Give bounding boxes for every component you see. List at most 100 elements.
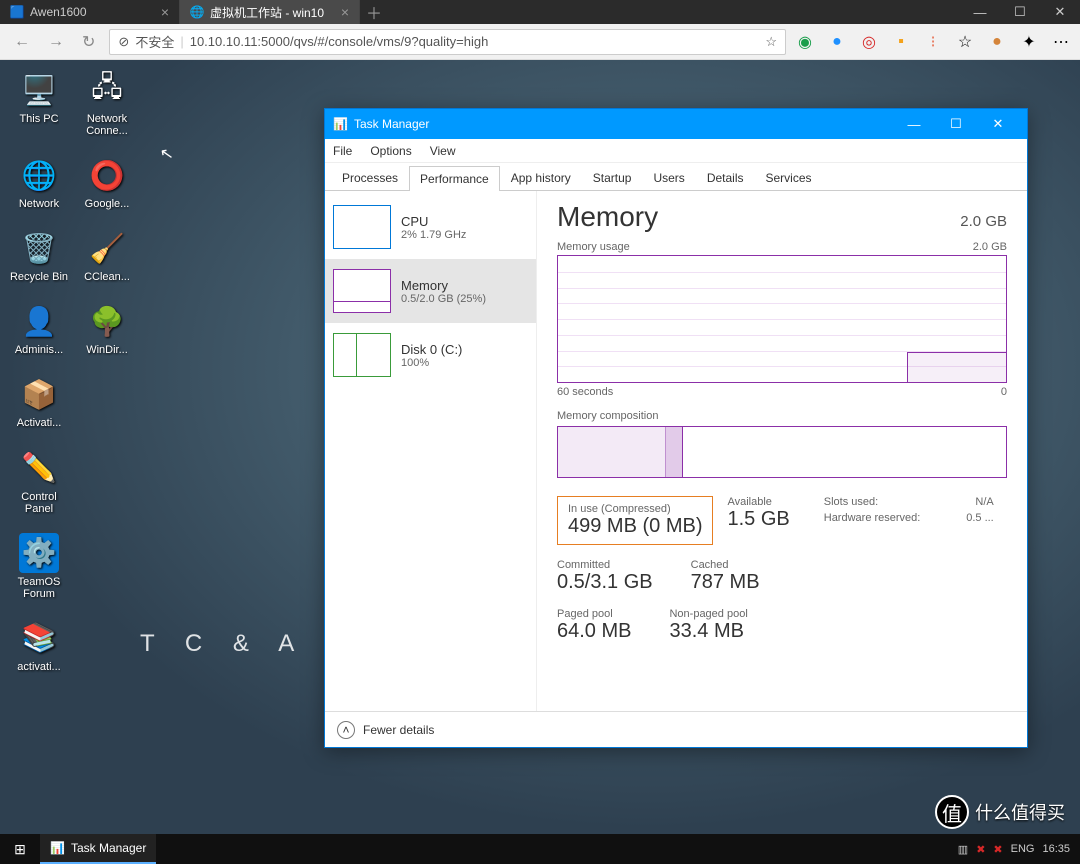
desktop-icon-this-pc[interactable]: 🖥️This PC	[8, 70, 70, 137]
app-icon: 📊	[333, 117, 348, 131]
tray-time[interactable]: 16:35	[1042, 843, 1070, 855]
back-button[interactable]: ←	[10, 29, 34, 55]
favorites-icon[interactable]: ☆	[956, 33, 974, 51]
desktop-icon-control-panel[interactable]: ✏️Control Panel	[8, 448, 70, 515]
app-icon: 📊	[50, 841, 65, 855]
browser-tab-active[interactable]: 🌐 虚拟机工作站 - win10 ×	[180, 0, 360, 24]
broom-icon: 🧹	[87, 228, 127, 268]
performance-sidebar: CPU2% 1.79 GHz Memory0.5/2.0 GB (25%) Di…	[325, 191, 537, 711]
tree-icon: 🌳	[87, 301, 127, 341]
browser-tab[interactable]: 🟦 Awen1600 ×	[0, 0, 180, 24]
browser-window-controls: — ☐ ✕	[960, 0, 1080, 24]
maximize-button[interactable]: ☐	[935, 109, 977, 139]
tray-icon[interactable]: ✖	[993, 843, 1002, 856]
memory-composition-bar[interactable]	[557, 426, 1007, 478]
memory-usage-graph[interactable]	[557, 255, 1007, 383]
ext-icon[interactable]: ✦	[1020, 33, 1038, 51]
start-button[interactable]: ⊞	[0, 841, 40, 858]
titlebar[interactable]: 📊 Task Manager — ☐ ✕	[325, 109, 1027, 139]
gear-icon: ⚙️	[19, 533, 59, 573]
tray-lang[interactable]: ENG	[1011, 843, 1035, 855]
books-icon: 📚	[19, 618, 59, 658]
menu-options[interactable]: Options	[370, 144, 411, 158]
insecure-icon: ⊘	[118, 34, 129, 50]
monitor-icon: 🖥️	[19, 70, 59, 110]
remote-desktop[interactable]: 🖥️This PC 🖧Network Conne... 🌐Network ⭕Go…	[0, 60, 1080, 834]
refresh-button[interactable]: ↻	[78, 28, 99, 56]
sidebar-item-cpu[interactable]: CPU2% 1.79 GHz	[325, 195, 536, 259]
desktop-icon-recycle-bin[interactable]: 🗑️Recycle Bin	[8, 228, 70, 283]
close-button[interactable]: ✕	[1040, 0, 1080, 24]
minimize-button[interactable]: —	[893, 109, 935, 139]
address-bar[interactable]: ⊘ 不安全 | 10.10.10.11:5000/qvs/#/console/v…	[109, 29, 786, 55]
sidebar-item-disk[interactable]: Disk 0 (C:)100%	[325, 323, 536, 387]
stat-available: Available 1.5 GB	[727, 496, 813, 545]
tab-details[interactable]: Details	[696, 165, 755, 190]
user-icon: 👤	[19, 301, 59, 341]
composition-label: Memory composition	[557, 410, 1007, 422]
more-icon[interactable]: ⋯	[1052, 33, 1070, 51]
desktop-icon-windir[interactable]: 🌳WinDir...	[76, 301, 138, 356]
desktop-icon-activati[interactable]: 📦Activati...	[8, 374, 70, 429]
tab-app-history[interactable]: App history	[500, 165, 582, 190]
ext-icon[interactable]: ▪	[892, 33, 910, 51]
desktop-icon-chrome[interactable]: ⭕Google...	[76, 155, 138, 210]
stat-committed: Committed 0.5/3.1 GB	[557, 559, 677, 594]
desktop-icon-teamos[interactable]: ⚙️TeamOS Forum	[8, 533, 70, 600]
tab-startup[interactable]: Startup	[582, 165, 643, 190]
desktop-icon-network[interactable]: 🌐Network	[8, 155, 70, 210]
insecure-label: 不安全	[135, 32, 174, 51]
ext-icon[interactable]: ⁝	[924, 33, 942, 51]
profile-icon[interactable]: ●	[988, 33, 1006, 51]
desktop-icon-network-conn[interactable]: 🖧Network Conne...	[76, 70, 138, 137]
taskbar-app-task-manager[interactable]: 📊 Task Manager	[40, 834, 156, 864]
system-tray[interactable]: ▥ ✖ ✖ ENG 16:35	[948, 843, 1080, 856]
performance-main: Memory 2.0 GB Memory usage2.0 GB 60 seco…	[537, 191, 1027, 711]
tab-favicon: 🌐	[190, 5, 204, 19]
tab-title: Awen1600	[30, 5, 87, 19]
tab-performance[interactable]: Performance	[409, 166, 500, 191]
pencil-icon: ✏️	[19, 448, 59, 488]
fewer-details-button[interactable]: Fewer details	[363, 723, 434, 737]
tray-icon[interactable]: ✖	[976, 843, 985, 856]
window-title: Task Manager	[354, 117, 429, 131]
browser-toolbar: ← → ↻ ⊘ 不安全 | 10.10.10.11:5000/qvs/#/con…	[0, 24, 1080, 60]
ext-icon[interactable]: ●	[828, 33, 846, 51]
windows-taskbar: ⊞ 📊 Task Manager ▥ ✖ ✖ ENG 16:35	[0, 834, 1080, 864]
url-text: 10.10.10.11:5000/qvs/#/console/vms/9?qua…	[190, 34, 489, 49]
stat-cached: Cached 787 MB	[691, 559, 784, 594]
desktop-icon-ccleaner[interactable]: 🧹CClean...	[76, 228, 138, 283]
close-icon[interactable]: ×	[161, 4, 169, 20]
tab-services[interactable]: Services	[755, 165, 823, 190]
tab-strip: Processes Performance App history Startu…	[325, 163, 1027, 191]
menu-file[interactable]: File	[333, 144, 352, 158]
axis-left: 60 seconds	[557, 386, 613, 398]
graph-fill	[907, 352, 1006, 382]
comp-in-use	[558, 427, 666, 477]
star-icon[interactable]: ☆	[765, 34, 777, 50]
tray-icon[interactable]: ▥	[958, 843, 968, 856]
close-icon[interactable]: ×	[341, 4, 349, 20]
desktop-icon-admin[interactable]: 👤Adminis...	[8, 301, 70, 356]
network-icon: 🖧	[87, 70, 127, 110]
maximize-button[interactable]: ☐	[1000, 0, 1040, 24]
image-watermark: 值什么值得买	[935, 795, 1065, 829]
stats-extra: Slots used:N/A Hardware reserved:0.5 ...	[824, 496, 994, 643]
tab-processes[interactable]: Processes	[331, 165, 409, 190]
ext-icon[interactable]: ◎	[860, 33, 878, 51]
memory-thumb-icon	[333, 269, 391, 313]
cursor-icon: ↖	[158, 143, 175, 165]
chevron-up-icon[interactable]: ˄	[337, 721, 355, 739]
sidebar-item-memory[interactable]: Memory0.5/2.0 GB (25%)	[325, 259, 536, 323]
axis-right: 0	[1001, 386, 1007, 398]
minimize-button[interactable]: —	[960, 0, 1000, 24]
tab-users[interactable]: Users	[642, 165, 695, 190]
forward-button[interactable]: →	[44, 29, 68, 55]
toolbar-extensions: ◉ ● ◎ ▪ ⁝ ☆ ● ✦ ⋯	[796, 33, 1070, 51]
task-manager-window: 📊 Task Manager — ☐ ✕ File Options View P…	[324, 108, 1028, 748]
ext-icon[interactable]: ◉	[796, 33, 814, 51]
new-tab-button[interactable]: ＋	[360, 0, 388, 24]
desktop-icon-activati2[interactable]: 📚activati...	[8, 618, 70, 673]
menu-view[interactable]: View	[430, 144, 456, 158]
close-button[interactable]: ✕	[977, 109, 1019, 139]
